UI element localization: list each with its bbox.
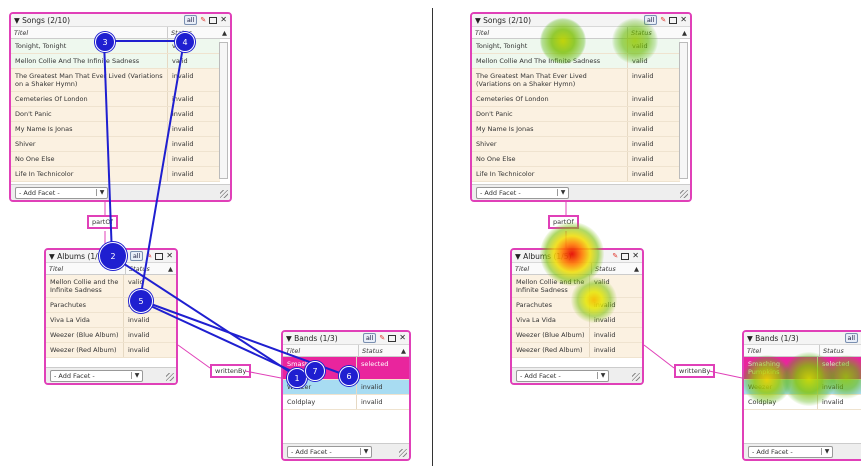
saccade-line xyxy=(111,255,297,377)
heatmap-spot xyxy=(540,18,586,64)
connector-line xyxy=(643,344,675,369)
connector-line xyxy=(708,370,743,379)
fixation-marker: 2 xyxy=(99,242,127,270)
fixation-marker: 4 xyxy=(175,32,195,52)
heatmap-spot xyxy=(571,277,617,323)
gaze-path xyxy=(103,40,349,377)
saccade-line xyxy=(141,301,299,375)
heatmap-spot xyxy=(612,18,658,64)
left-gaze-plot-panel: ▼ Songs (2/10) all ✎ ✕ Titel Status▲ Ton… xyxy=(0,0,430,471)
fixation-marker: 5 xyxy=(129,289,153,313)
heatmap-spot xyxy=(824,355,861,399)
fixation-marker: 1 xyxy=(287,368,307,388)
fixation-marker: 3 xyxy=(95,32,115,52)
fixation-marker: 6 xyxy=(339,366,359,386)
saccade-line xyxy=(103,40,113,257)
right-heatmap-panel: ▼ Songs (2/10) all ✎ ✕ Titel Status▲ Ton… xyxy=(434,0,861,471)
fixation-marker: 7 xyxy=(305,361,325,381)
saccade-line xyxy=(139,40,185,301)
panel-divider xyxy=(432,8,433,466)
